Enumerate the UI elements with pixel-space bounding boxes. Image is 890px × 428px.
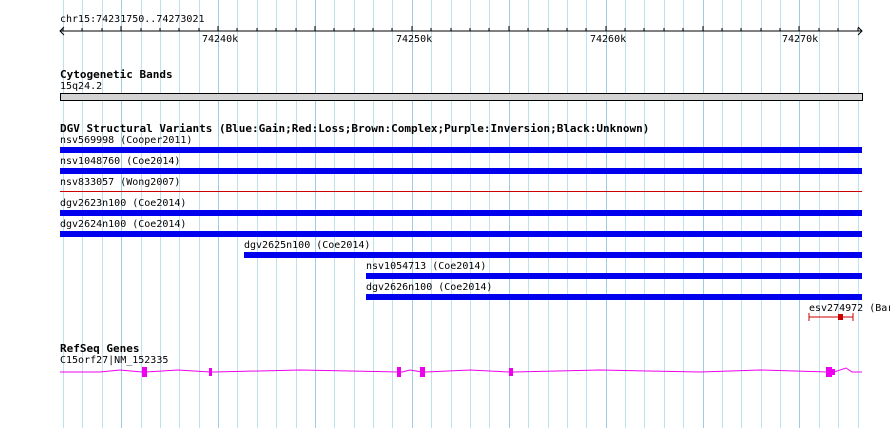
variant-bar-loss[interactable] xyxy=(60,191,862,192)
gene-exon xyxy=(832,369,835,375)
gene-exon xyxy=(826,367,832,377)
refseq-track-title: RefSeq Genes xyxy=(60,342,140,355)
variant-bar-gain[interactable] xyxy=(244,252,862,258)
variant-label: dgv2626n100 (Coe2014) xyxy=(366,282,493,293)
gene-exon xyxy=(420,367,425,377)
variant-bar-gain[interactable] xyxy=(60,231,862,237)
ruler-tick-label: 74260k xyxy=(590,34,627,45)
variant-bar-gain[interactable] xyxy=(366,294,862,300)
variant-label: nsv1048760 (Coe2014) xyxy=(60,156,181,167)
gene-exon xyxy=(142,367,147,377)
cytoband-track-title: Cytogenetic Bands xyxy=(60,68,173,81)
ruler-tick-label: 74240k xyxy=(202,34,239,45)
gene-exon xyxy=(509,368,513,376)
gene-exon xyxy=(209,368,212,376)
variant-bar-loss[interactable] xyxy=(805,312,860,324)
variant-label: dgv2623n100 (Coe2014) xyxy=(60,198,187,209)
cytoband-label: 15q24.2 xyxy=(60,81,103,92)
ruler-tick-label: 74250k xyxy=(396,34,433,45)
variant-label: dgv2624n100 (Coe2014) xyxy=(60,219,187,230)
variant-bar-gain[interactable] xyxy=(60,147,862,153)
variant-bar-gain[interactable] xyxy=(366,273,862,279)
variant-label: dgv2625n100 (Coe2014) xyxy=(244,240,371,251)
variant-label: nsv833057 (Wong2007) xyxy=(60,177,181,188)
cytoband-bar[interactable] xyxy=(60,93,863,101)
variant-label: nsv569998 (Cooper2011) xyxy=(60,135,193,146)
gene-exon xyxy=(397,367,401,377)
dgv-track-title: DGV Structural Variants (Blue:Gain;Red:L… xyxy=(60,122,650,135)
genome-browser-panel: chr15:74231750..74273021 74240k 74250k 7… xyxy=(0,0,890,428)
variant-bar-gain[interactable] xyxy=(60,210,862,216)
gene-model[interactable] xyxy=(0,360,890,384)
variant-bar-gain[interactable] xyxy=(60,168,862,174)
ruler-tick-label: 74270k xyxy=(782,34,819,45)
variant-label: nsv1054713 (Coe2014) xyxy=(366,261,487,272)
ruler-axis[interactable] xyxy=(0,0,890,40)
